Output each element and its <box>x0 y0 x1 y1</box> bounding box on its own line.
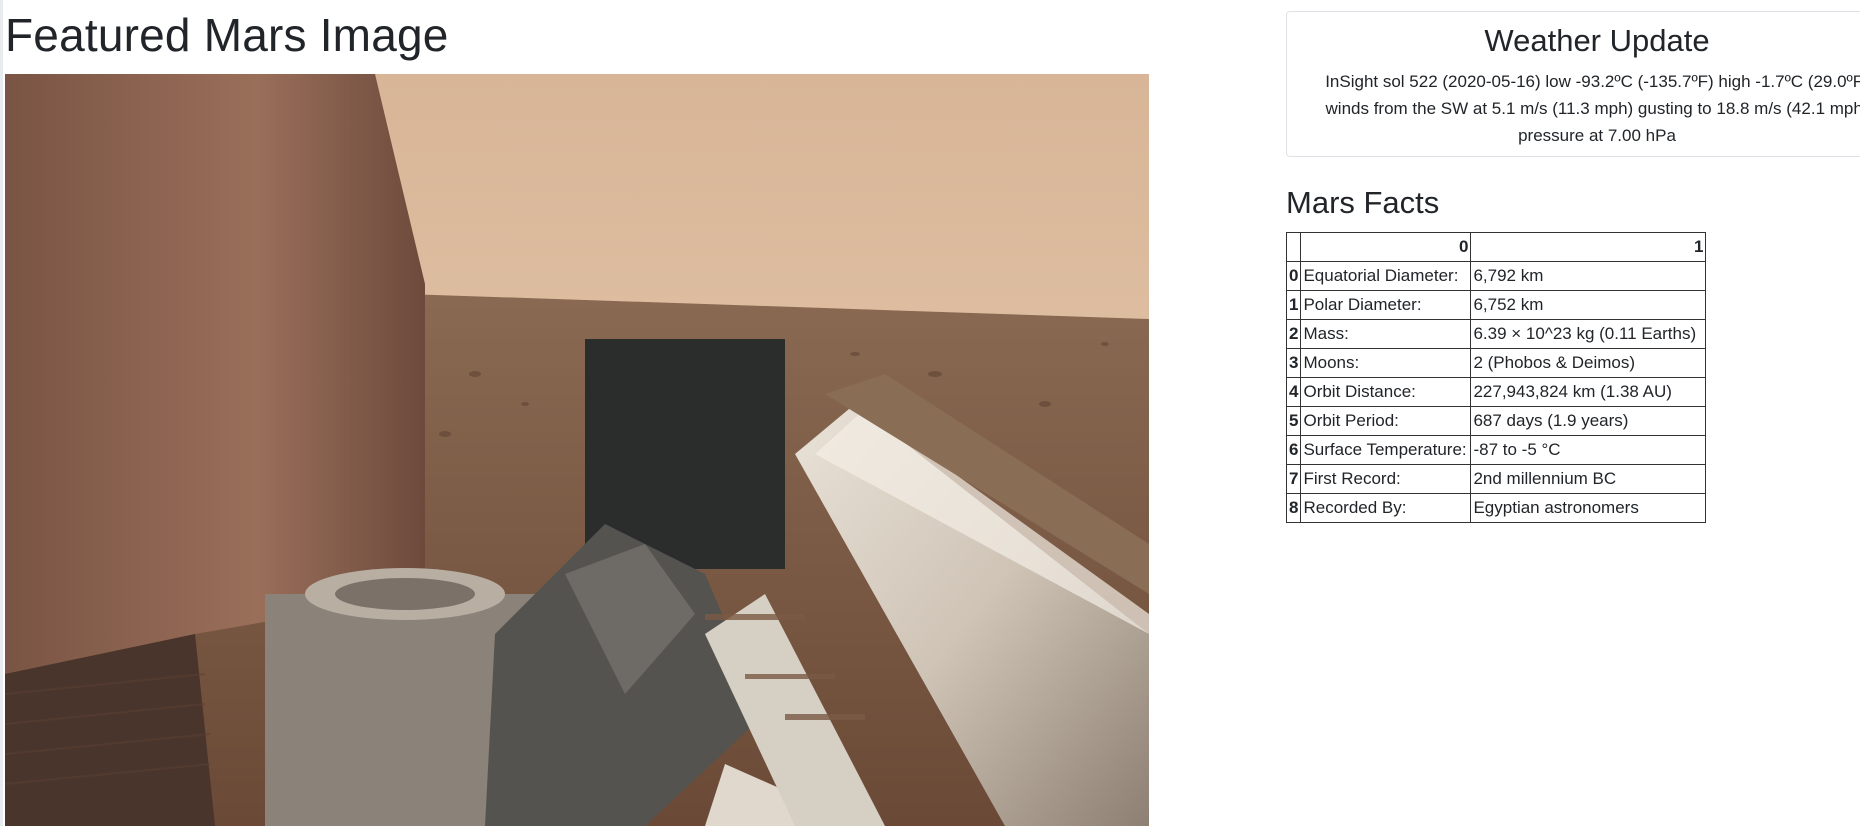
weather-card: Weather Update InSight sol 522 (2020-05-… <box>1286 11 1860 157</box>
fact-value: 6,792 km <box>1470 261 1707 291</box>
fact-label: Polar Diameter: <box>1300 290 1472 320</box>
fact-label: Recorded By: <box>1300 493 1472 523</box>
table-row: 8 Recorded By: Egyptian astronomers <box>1285 493 1707 523</box>
weather-title: Weather Update <box>1484 23 1710 58</box>
fact-label: Surface Temperature: <box>1300 435 1472 465</box>
fact-value: 6.39 × 10^23 kg (0.11 Earths) <box>1470 319 1707 349</box>
fact-label: First Record: <box>1300 464 1472 494</box>
fact-value: 2nd millennium BC <box>1470 464 1707 494</box>
fact-value: 2 (Phobos & Deimos) <box>1470 348 1707 378</box>
row-index: 3 <box>1285 348 1302 378</box>
row-index: 4 <box>1285 377 1302 407</box>
row-index: 8 <box>1285 493 1302 523</box>
fact-value: Egyptian astronomers <box>1470 493 1707 523</box>
featured-mars-image[interactable] <box>5 74 1149 826</box>
fact-label: Equatorial Diameter: <box>1300 261 1472 291</box>
row-index: 6 <box>1285 435 1302 465</box>
row-index: 1 <box>1285 290 1302 320</box>
table-row: 7 First Record: 2nd millennium BC <box>1285 464 1707 494</box>
table-row: 4 Orbit Distance: 227,943,824 km (1.38 A… <box>1285 377 1707 407</box>
table-header-cell: 1 <box>1470 232 1707 262</box>
mars-facts-title: Mars Facts <box>1286 185 1440 220</box>
row-index: 5 <box>1285 406 1302 436</box>
fact-value: 227,943,824 km (1.38 AU) <box>1470 377 1707 407</box>
fact-label: Mass: <box>1300 319 1472 349</box>
weather-report: InSight sol 522 (2020-05-16) low -93.2ºC… <box>1297 68 1860 149</box>
weather-line: winds from the SW at 5.1 m/s (11.3 mph) … <box>1325 99 1860 118</box>
table-row: 3 Moons: 2 (Phobos & Deimos) <box>1285 348 1707 378</box>
mars-facts-table: 0 1 0 Equatorial Diameter: 6,792 km 1 Po… <box>1285 232 1707 523</box>
table-header-cell: 0 <box>1300 232 1472 262</box>
weather-line: pressure at 7.00 hPa <box>1518 126 1676 145</box>
fact-value: -87 to -5 °C <box>1470 435 1707 465</box>
table-row: 0 Equatorial Diameter: 6,792 km <box>1285 261 1707 291</box>
fact-value: 6,752 km <box>1470 290 1707 320</box>
table-row: 1 Polar Diameter: 6,752 km <box>1285 290 1707 320</box>
table-row: 5 Orbit Period: 687 days (1.9 years) <box>1285 406 1707 436</box>
featured-image-title: Featured Mars Image <box>5 9 449 61</box>
fact-label: Orbit Period: <box>1300 406 1472 436</box>
row-index: 2 <box>1285 319 1302 349</box>
fact-value: 687 days (1.9 years) <box>1470 406 1707 436</box>
weather-line: InSight sol 522 (2020-05-16) low -93.2ºC… <box>1325 72 1860 91</box>
table-header-row: 0 1 <box>1285 232 1707 262</box>
page-left-edge <box>0 0 3 826</box>
fact-label: Orbit Distance: <box>1300 377 1472 407</box>
table-row: 2 Mass: 6.39 × 10^23 kg (0.11 Earths) <box>1285 319 1707 349</box>
row-index: 0 <box>1285 261 1302 291</box>
fact-label: Moons: <box>1300 348 1472 378</box>
table-header-cell <box>1285 232 1302 262</box>
table-row: 6 Surface Temperature: -87 to -5 °C <box>1285 435 1707 465</box>
row-index: 7 <box>1285 464 1302 494</box>
